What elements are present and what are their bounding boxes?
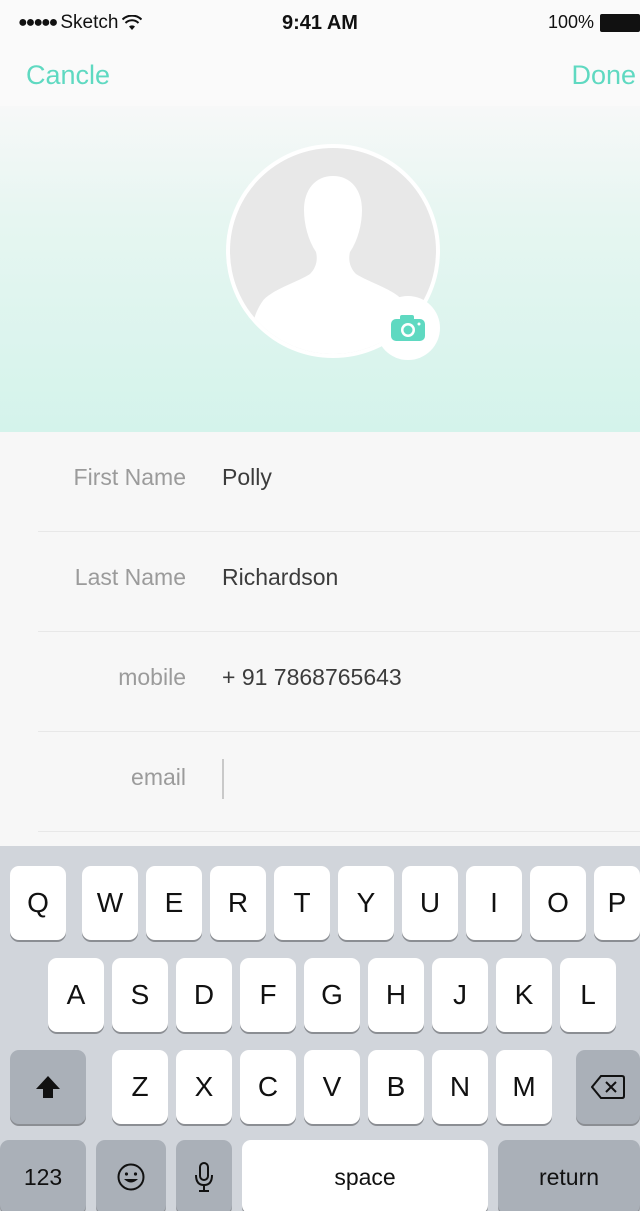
key-d[interactable]: D bbox=[176, 958, 232, 1032]
key-v[interactable]: V bbox=[304, 1050, 360, 1124]
key-t[interactable]: T bbox=[274, 866, 330, 940]
first-name-field[interactable]: Polly bbox=[222, 464, 272, 491]
shift-key[interactable] bbox=[10, 1050, 86, 1124]
key-w[interactable]: W bbox=[82, 866, 138, 940]
last-name-field[interactable]: Richardson bbox=[222, 564, 338, 591]
mobile-label: mobile bbox=[118, 664, 186, 690]
cancel-button[interactable]: Cancle bbox=[26, 60, 110, 91]
last-name-row[interactable]: Last Name Richardson bbox=[38, 532, 640, 632]
key-f[interactable]: F bbox=[240, 958, 296, 1032]
status-bar: ●●●●● Sketch 9:41 AM 100% bbox=[0, 0, 640, 50]
backspace-icon bbox=[591, 1075, 625, 1099]
key-g[interactable]: G bbox=[304, 958, 360, 1032]
key-x[interactable]: X bbox=[176, 1050, 232, 1124]
key-i[interactable]: I bbox=[466, 866, 522, 940]
key-p[interactable]: P bbox=[594, 866, 640, 940]
status-time: 9:41 AM bbox=[282, 12, 358, 34]
nav-bar: Cancle Done bbox=[0, 50, 640, 106]
text-cursor bbox=[222, 759, 224, 799]
space-key[interactable]: space bbox=[242, 1140, 488, 1211]
key-j[interactable]: J bbox=[432, 958, 488, 1032]
emoji-icon bbox=[117, 1163, 145, 1191]
key-m[interactable]: M bbox=[496, 1050, 552, 1124]
battery-icon bbox=[600, 13, 640, 32]
key-n[interactable]: N bbox=[432, 1050, 488, 1124]
key-o[interactable]: O bbox=[530, 866, 586, 940]
key-l[interactable]: L bbox=[560, 958, 616, 1032]
key-h[interactable]: H bbox=[368, 958, 424, 1032]
key-r[interactable]: R bbox=[210, 866, 266, 940]
microphone-icon bbox=[195, 1162, 213, 1192]
key-e[interactable]: E bbox=[146, 866, 202, 940]
battery-percent: 100% bbox=[547, 12, 594, 32]
mobile-row[interactable]: mobile + 91 7868765643 bbox=[38, 632, 640, 732]
change-photo-button[interactable] bbox=[376, 296, 440, 360]
backspace-key[interactable] bbox=[576, 1050, 640, 1124]
key-a[interactable]: A bbox=[48, 958, 104, 1032]
key-y[interactable]: Y bbox=[338, 866, 394, 940]
last-name-label: Last Name bbox=[74, 564, 186, 590]
done-button[interactable]: Done bbox=[571, 60, 636, 91]
emoji-key[interactable] bbox=[96, 1140, 166, 1211]
key-s[interactable]: S bbox=[112, 958, 168, 1032]
status-bar-right: 100% bbox=[548, 12, 640, 33]
key-u[interactable]: U bbox=[402, 866, 458, 940]
key-k[interactable]: K bbox=[496, 958, 552, 1032]
contact-form: First Name Polly Last Name Richardson mo… bbox=[0, 432, 640, 846]
key-q[interactable]: Q bbox=[10, 866, 66, 940]
first-name-label: First Name bbox=[73, 464, 186, 490]
numbers-key[interactable]: 123 bbox=[0, 1140, 86, 1211]
key-c[interactable]: C bbox=[240, 1050, 296, 1124]
keyboard: Q W E R T Y U I O P A S D F G H J K L Z … bbox=[0, 846, 640, 1211]
shift-icon bbox=[36, 1076, 60, 1098]
profile-header bbox=[0, 106, 640, 432]
camera-icon bbox=[391, 315, 425, 341]
email-row[interactable]: email bbox=[38, 732, 640, 832]
key-z[interactable]: Z bbox=[112, 1050, 168, 1124]
return-key[interactable]: return bbox=[498, 1140, 640, 1211]
mobile-field[interactable]: + 91 7868765643 bbox=[222, 664, 402, 691]
first-name-row[interactable]: First Name Polly bbox=[38, 432, 640, 532]
key-b[interactable]: B bbox=[368, 1050, 424, 1124]
email-label: email bbox=[131, 764, 186, 790]
dictation-key[interactable] bbox=[176, 1140, 232, 1211]
